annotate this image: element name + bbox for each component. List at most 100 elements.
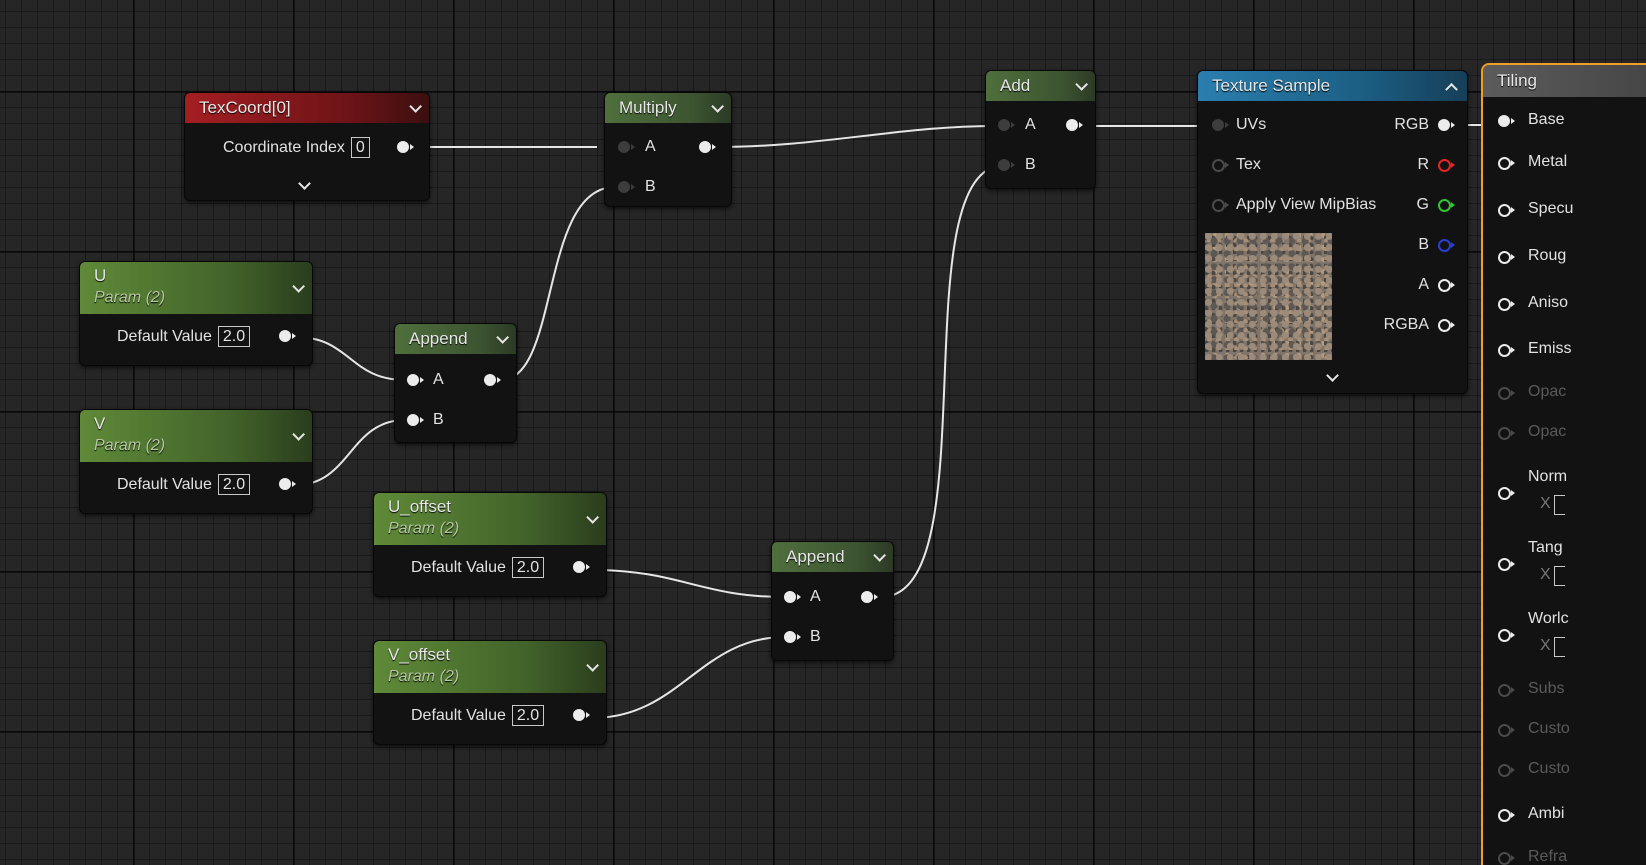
- default-value-input[interactable]: 2.0: [217, 326, 251, 347]
- opacity-pin[interactable]: [1498, 387, 1515, 401]
- tangent-pin[interactable]: [1498, 558, 1515, 572]
- coordinate-index-input[interactable]: 0: [350, 137, 370, 158]
- refraction-pin[interactable]: [1498, 852, 1515, 865]
- material-graph-canvas[interactable]: TexCoord[0] Coordinate Index 0 U Param (2…: [0, 0, 1646, 865]
- add-header[interactable]: Add: [986, 71, 1095, 101]
- metallic-pin[interactable]: [1498, 157, 1515, 171]
- multiply-header[interactable]: Multiply: [605, 93, 731, 123]
- base-color-pin[interactable]: [1498, 115, 1515, 129]
- append1-output-pin[interactable]: [484, 374, 501, 388]
- default-value-label: Default Value: [411, 559, 506, 576]
- chevron-down-icon[interactable]: [290, 410, 302, 462]
- multiply-input-b-pin[interactable]: [618, 181, 635, 195]
- a-output-pin[interactable]: [1438, 279, 1455, 293]
- chevron-down-icon[interactable]: [407, 93, 419, 123]
- tangent-x-input[interactable]: [1554, 566, 1565, 586]
- specular-pin[interactable]: [1498, 204, 1515, 218]
- append2-input-b-pin[interactable]: [784, 631, 801, 645]
- default-value-input[interactable]: 2.0: [511, 557, 545, 578]
- roughness-pin[interactable]: [1498, 251, 1515, 265]
- param-u-output-pin[interactable]: [279, 330, 296, 344]
- chevron-down-icon[interactable]: [709, 93, 721, 123]
- param-node-v-offset[interactable]: V_offset Param (2) Default Value 2.0: [373, 640, 607, 745]
- texcoord-header[interactable]: TexCoord[0]: [185, 93, 429, 123]
- custom-data-1-pin[interactable]: [1498, 764, 1515, 778]
- param-u-offset-output-pin[interactable]: [573, 561, 590, 575]
- pin-label-anisotropy: Aniso: [1528, 294, 1569, 311]
- node-title: Texture Sample: [1212, 76, 1331, 95]
- output-label-g: G: [1416, 196, 1429, 213]
- texture-sample-header[interactable]: Texture Sample: [1198, 71, 1467, 101]
- add-input-b-pin[interactable]: [998, 159, 1015, 173]
- param-u-header[interactable]: U Param (2): [80, 262, 312, 314]
- anisotropy-pin[interactable]: [1498, 298, 1515, 312]
- add-output-pin[interactable]: [1066, 119, 1083, 133]
- param-v-offset-header[interactable]: V_offset Param (2): [374, 641, 606, 693]
- b-output-pin[interactable]: [1438, 239, 1455, 253]
- default-value-input[interactable]: 2.0: [511, 705, 545, 726]
- g-output-pin[interactable]: [1438, 199, 1455, 213]
- append-node-1[interactable]: Append A B: [394, 323, 517, 443]
- multiply-node[interactable]: Multiply A B: [604, 92, 732, 207]
- texcoord-node[interactable]: TexCoord[0] Coordinate Index 0: [184, 92, 430, 201]
- append2-header[interactable]: Append: [772, 542, 893, 572]
- multiply-input-a-pin[interactable]: [618, 141, 635, 155]
- world-x-input[interactable]: [1554, 637, 1565, 657]
- output-label-rgb: RGB: [1394, 116, 1429, 133]
- chevron-down-icon[interactable]: [1073, 71, 1085, 101]
- add-input-a-pin[interactable]: [998, 119, 1015, 133]
- emissive-pin[interactable]: [1498, 344, 1515, 358]
- texture-preview-thumbnail[interactable]: [1205, 233, 1332, 360]
- param-node-u-offset[interactable]: U_offset Param (2) Default Value 2.0: [373, 492, 607, 597]
- expand-chevron-icon[interactable]: [298, 179, 310, 191]
- ambient-occlusion-pin[interactable]: [1498, 809, 1515, 823]
- append1-input-a-pin[interactable]: [407, 374, 424, 388]
- append1-header[interactable]: Append: [395, 324, 516, 354]
- wire-voffset-to-append2-b: [591, 636, 786, 719]
- texcoord-output-pin[interactable]: [397, 141, 414, 155]
- chevron-up-icon[interactable]: [1445, 71, 1457, 101]
- rgb-output-pin[interactable]: [1438, 119, 1455, 133]
- append2-output-pin[interactable]: [861, 591, 878, 605]
- chevron-down-icon[interactable]: [871, 542, 883, 572]
- param-node-v[interactable]: V Param (2) Default Value 2.0: [79, 409, 313, 514]
- rgba-output-pin[interactable]: [1438, 319, 1455, 333]
- opacity-mask-pin[interactable]: [1498, 427, 1515, 441]
- param-u-offset-header[interactable]: U_offset Param (2): [374, 493, 606, 545]
- custom-data-0-pin[interactable]: [1498, 724, 1515, 738]
- chevron-down-icon[interactable]: [290, 262, 302, 314]
- tiling-material-node[interactable]: Tiling Base Metal Specu Roug Aniso Emiss…: [1481, 63, 1646, 865]
- param-v-output-pin[interactable]: [279, 478, 296, 492]
- r-output-pin[interactable]: [1438, 159, 1455, 173]
- param-node-u[interactable]: U Param (2) Default Value 2.0: [79, 261, 313, 366]
- pin-label-metal: Metal: [1528, 153, 1568, 170]
- wire-append2-to-add-b: [880, 164, 1006, 598]
- pin-label-custom-0: Custo: [1528, 720, 1570, 737]
- pin-label-b: B: [645, 178, 656, 195]
- default-value-input[interactable]: 2.0: [217, 474, 251, 495]
- collapse-chevron-icon[interactable]: [1326, 371, 1338, 383]
- chevron-down-icon[interactable]: [584, 493, 596, 545]
- param-v-offset-output-pin[interactable]: [573, 709, 590, 723]
- tiling-header[interactable]: Tiling: [1483, 65, 1646, 97]
- default-value-label: Default Value: [117, 328, 212, 345]
- normal-x-input[interactable]: [1554, 495, 1565, 515]
- subsurface-pin[interactable]: [1498, 684, 1515, 698]
- append-node-2[interactable]: Append A B: [771, 541, 894, 661]
- texture-sample-node[interactable]: Texture Sample UVs Tex Apply View MipBia…: [1197, 70, 1468, 394]
- world-position-offset-pin[interactable]: [1498, 629, 1515, 643]
- add-node[interactable]: Add A B: [985, 70, 1096, 189]
- normal-pin[interactable]: [1498, 487, 1515, 501]
- tex-input-pin[interactable]: [1212, 159, 1229, 173]
- multiply-output-pin[interactable]: [699, 141, 716, 155]
- world-x-label: X: [1540, 637, 1551, 654]
- pin-label-world: Worlc: [1528, 610, 1569, 627]
- append2-input-a-pin[interactable]: [784, 591, 801, 605]
- mipbias-input-pin[interactable]: [1212, 199, 1229, 213]
- append1-input-b-pin[interactable]: [407, 414, 424, 428]
- uvs-input-pin[interactable]: [1212, 119, 1229, 133]
- chevron-down-icon[interactable]: [584, 641, 596, 693]
- param-v-header[interactable]: V Param (2): [80, 410, 312, 462]
- chevron-down-icon[interactable]: [494, 324, 506, 354]
- pin-label-tangent: Tang: [1528, 539, 1563, 556]
